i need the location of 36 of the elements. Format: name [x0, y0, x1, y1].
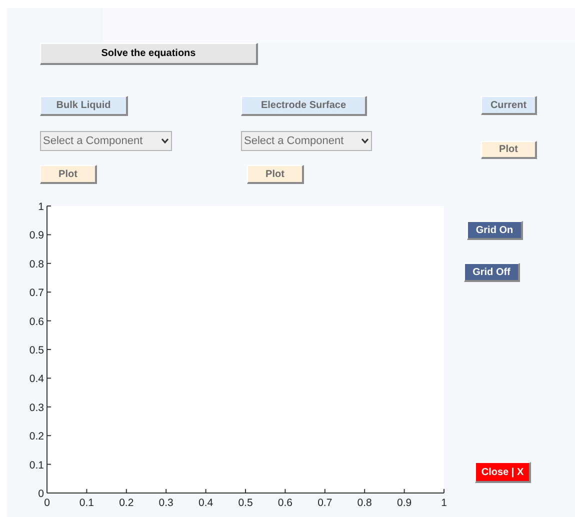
x-tick-label: 0.5 [238, 497, 253, 509]
header-button[interactable]: Bulk Liquid [40, 96, 128, 116]
y-tick-label: 0.4 [29, 373, 44, 386]
header-button[interactable]: Current [481, 96, 537, 115]
x-tick-label: 0.9 [397, 497, 412, 509]
y-tick-label: 0.5 [29, 344, 44, 356]
close-button[interactable]: Close | X [475, 462, 531, 483]
solve-button[interactable]: Solve the equations [40, 43, 258, 65]
x-tick-label: 0.6 [278, 497, 292, 509]
y-tick-label: 0.6 [29, 316, 44, 328]
y-tick-label: 0.3 [29, 402, 44, 414]
y-tick-label: 0.9 [29, 230, 44, 242]
grid-button[interactable]: Grid On [467, 221, 523, 240]
component-select[interactable]: Select a Component [40, 131, 172, 151]
plot-button[interactable]: Plot [40, 165, 97, 184]
chevron-down-icon [161, 138, 169, 144]
component-select[interactable]: Select a Component [241, 131, 372, 151]
x-tick-label: 0.2 [119, 497, 134, 509]
y-tick-label: 0.1 [29, 459, 44, 472]
y-tick-label: 0.7 [29, 287, 44, 300]
x-tick-label: 0.8 [357, 497, 372, 509]
grid-button[interactable]: Grid Off [464, 263, 520, 282]
x-tick-label: 1 [441, 497, 447, 509]
x-tick-label: 0 [44, 497, 50, 509]
plot-button[interactable]: Plot [481, 141, 537, 159]
chevron-down-icon [361, 138, 369, 144]
plot-button[interactable]: Plot [247, 165, 304, 184]
y-tick-label: 0.8 [29, 258, 44, 270]
x-tick-label: 0.3 [158, 497, 174, 509]
y-tick-label: 0 [38, 488, 44, 500]
x-tick-label: 0.1 [79, 497, 94, 509]
y-tick-label: 0.2 [29, 430, 44, 443]
y-tick-label: 1 [38, 201, 44, 213]
header-button[interactable]: Electrode Surface [241, 96, 367, 116]
x-tick-label: 0.7 [318, 497, 332, 509]
x-tick-label: 0.4 [198, 497, 214, 509]
